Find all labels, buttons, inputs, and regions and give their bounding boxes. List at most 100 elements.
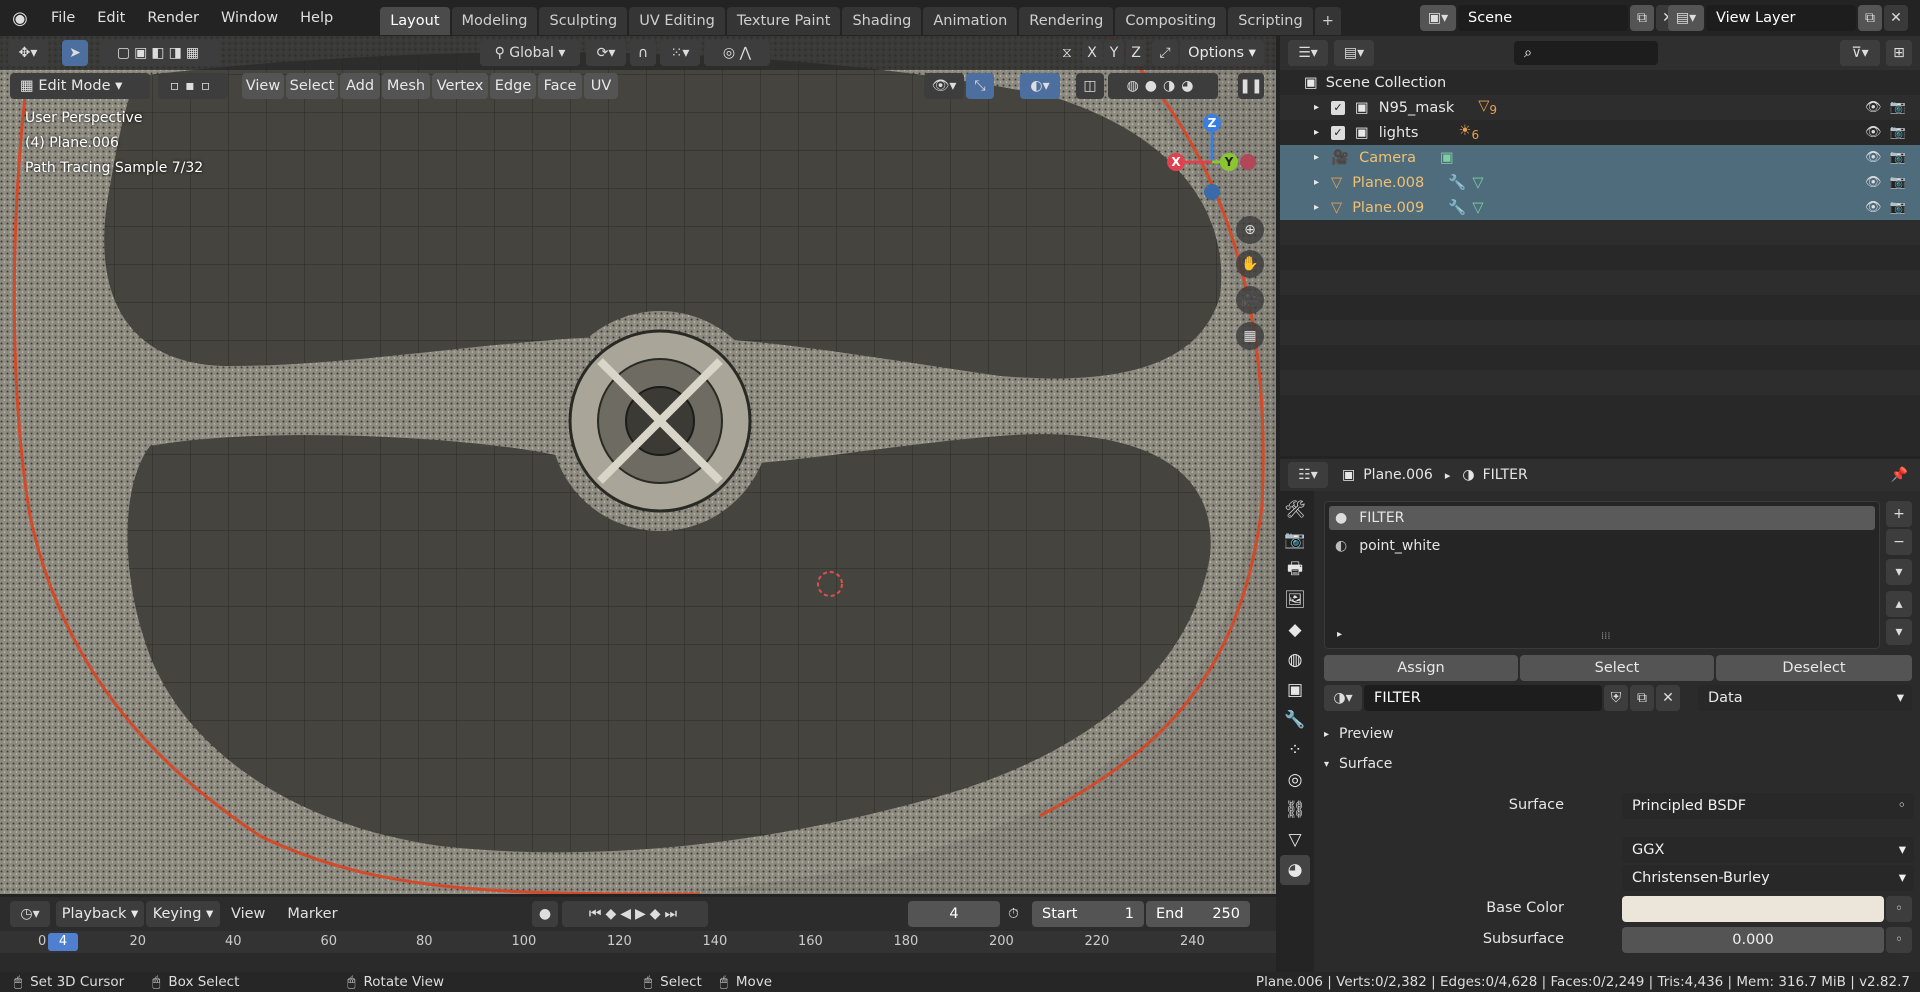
- add-workspace-button[interactable]: +: [1314, 6, 1341, 35]
- outliner-row-plane-008[interactable]: ▸ ▽ Plane.008 🔧 ▽ 👁 📷: [1280, 170, 1920, 195]
- pause-render-icon[interactable]: ❚❚: [1238, 73, 1264, 99]
- material-tab-icon[interactable]: ◕: [1280, 855, 1310, 885]
- current-frame-indicator[interactable]: 4: [48, 933, 78, 951]
- display-mode-icon[interactable]: ▤▾: [1334, 40, 1374, 66]
- start-frame-field[interactable]: Start 1: [1032, 901, 1144, 927]
- snap-icon[interactable]: ∩: [630, 40, 656, 66]
- add-slot-icon[interactable]: +: [1886, 501, 1912, 527]
- material-slot-point-white[interactable]: ◐ point_white: [1329, 534, 1875, 558]
- world-tab-icon[interactable]: ◍: [1280, 645, 1310, 675]
- tab-sculpting[interactable]: Sculpting: [539, 6, 628, 35]
- outliner-editor-type-icon[interactable]: ☰▾: [1288, 40, 1328, 66]
- link-dropdown[interactable]: Data ▾: [1698, 685, 1912, 711]
- menu-edge[interactable]: Edge: [490, 73, 536, 99]
- unlink-material-icon[interactable]: ✕: [1656, 685, 1680, 711]
- mirror-y-toggle[interactable]: Y: [1104, 40, 1124, 66]
- view-layer-close-icon[interactable]: ✕: [1884, 5, 1908, 31]
- zoom-icon[interactable]: ⊕: [1236, 216, 1264, 244]
- view-layer-browse-icon[interactable]: ▤▾: [1668, 5, 1704, 31]
- menu-mesh[interactable]: Mesh: [382, 73, 430, 99]
- current-frame-field[interactable]: 4: [908, 901, 1000, 927]
- menu-face[interactable]: Face: [538, 73, 582, 99]
- menu-edit[interactable]: Edit: [86, 0, 136, 36]
- expand-arrow-icon[interactable]: ▸: [1314, 102, 1319, 113]
- expand-arrow-icon[interactable]: ▸: [1314, 202, 1319, 213]
- move-up-icon[interactable]: ▴: [1886, 591, 1912, 617]
- menu-help[interactable]: Help: [289, 0, 344, 36]
- visibility-camera-icons[interactable]: 👁 📷: [1865, 100, 1906, 115]
- subsurface-value-field[interactable]: 0.000: [1622, 927, 1884, 953]
- tab-uv-editing[interactable]: UV Editing: [629, 6, 725, 35]
- playback-dropdown[interactable]: Playback ▾: [56, 901, 144, 927]
- outliner-row-camera[interactable]: ▸ 🎥 Camera ▣ 👁 📷: [1280, 145, 1920, 170]
- scene-tab-icon[interactable]: ◆: [1280, 615, 1310, 645]
- tab-animation[interactable]: Animation: [923, 6, 1018, 35]
- options-dropdown[interactable]: Options ▾: [1180, 40, 1264, 66]
- output-tab-icon[interactable]: 🖶: [1280, 555, 1310, 585]
- select-button[interactable]: Select: [1520, 655, 1714, 681]
- duplicate-material-icon[interactable]: ⧉: [1630, 685, 1654, 711]
- gizmo-z-axis[interactable]: Z: [1203, 114, 1221, 132]
- xray-toggle-icon[interactable]: ◫: [1076, 73, 1104, 99]
- tab-scripting[interactable]: Scripting: [1228, 6, 1313, 35]
- overlays-toggle-icon[interactable]: ◐▾: [1020, 73, 1060, 99]
- snap-target-icon[interactable]: ⁙▾: [660, 40, 700, 66]
- slot-specials-icon[interactable]: ▾: [1886, 559, 1912, 585]
- timeline-editor-type-icon[interactable]: ◷▾: [10, 901, 50, 927]
- pivot-point-icon[interactable]: ⟳▾: [586, 40, 626, 66]
- mirror-x-toggle[interactable]: X: [1082, 40, 1102, 66]
- outliner-search-input[interactable]: ⌕: [1514, 41, 1658, 65]
- select-mode-icons[interactable]: ▢▣◧◨▦: [100, 40, 220, 66]
- tab-rendering[interactable]: Rendering: [1019, 6, 1114, 35]
- menu-uv[interactable]: UV: [584, 73, 618, 99]
- playback-controls[interactable]: ⏮◆◀▶◆⏭: [562, 901, 708, 927]
- transform-orientation-dropdown[interactable]: ⚲ Global ▾: [480, 40, 580, 66]
- outliner-row-lights[interactable]: ▸ ✓ ▣ lights ☀6 👁 📷: [1280, 120, 1920, 145]
- visibility-camera-icons[interactable]: 👁 📷: [1865, 150, 1906, 165]
- outliner-row-plane-009[interactable]: ▸ ▽ Plane.009 🔧 ▽ 👁 📷: [1280, 195, 1920, 220]
- tool-tab-icon[interactable]: 🛠: [1280, 495, 1310, 525]
- view-layer-copy-icon[interactable]: ⧉: [1858, 5, 1882, 31]
- end-frame-field[interactable]: End 250: [1146, 901, 1250, 927]
- expand-arrow-icon[interactable]: ▸: [1314, 177, 1319, 188]
- exclude-checkbox[interactable]: ✓: [1331, 100, 1346, 115]
- menu-file[interactable]: File: [40, 0, 86, 36]
- mode-dropdown[interactable]: ▦ Edit Mode ▾: [10, 73, 150, 99]
- scene-collection-row[interactable]: ▣ Scene Collection: [1280, 70, 1920, 95]
- menu-vertex[interactable]: Vertex: [432, 73, 488, 99]
- tab-shading[interactable]: Shading: [842, 6, 922, 35]
- menu-window[interactable]: Window: [210, 0, 289, 36]
- surface-shader-field[interactable]: Principled BSDF ◦: [1622, 793, 1914, 819]
- preview-panel-header[interactable]: ▸ Preview: [1324, 721, 1914, 747]
- material-slot-filter[interactable]: ● FILTER: [1329, 506, 1875, 530]
- auto-merge-icon[interactable]: ⤢: [1152, 40, 1178, 66]
- tab-compositing[interactable]: Compositing: [1115, 6, 1227, 35]
- deselect-button[interactable]: Deselect: [1716, 655, 1912, 681]
- new-collection-icon[interactable]: ⊞: [1886, 40, 1912, 66]
- assign-button[interactable]: Assign: [1324, 655, 1518, 681]
- view-layer-name-field[interactable]: View Layer: [1706, 5, 1856, 31]
- particles-tab-icon[interactable]: ⁘: [1280, 735, 1310, 765]
- menu-add[interactable]: Add: [340, 73, 380, 99]
- properties-editor-type-icon[interactable]: ☷▾: [1288, 462, 1328, 488]
- data-tab-icon[interactable]: ▽: [1280, 825, 1310, 855]
- scene-copy-icon[interactable]: ⧉: [1630, 5, 1654, 31]
- node-socket-icon[interactable]: ◦: [1886, 896, 1912, 922]
- remove-slot-icon[interactable]: −: [1886, 529, 1912, 555]
- expand-arrow-icon[interactable]: ▸: [1314, 127, 1319, 138]
- modifier-tab-icon[interactable]: 🔧: [1280, 705, 1310, 735]
- select-tool-icon[interactable]: ➤: [62, 40, 88, 66]
- keyframe-area[interactable]: [0, 953, 1276, 972]
- resize-handle-icon[interactable]: ⁞⁞⁞: [1601, 631, 1611, 642]
- tab-modeling[interactable]: Modeling: [451, 6, 538, 35]
- material-name-field[interactable]: FILTER: [1364, 685, 1602, 711]
- expand-arrow-icon[interactable]: ▸: [1314, 152, 1319, 163]
- gizmo-x-axis[interactable]: X: [1167, 153, 1185, 171]
- base-color-swatch[interactable]: [1622, 896, 1884, 922]
- keying-dropdown[interactable]: Keying ▾: [146, 901, 220, 927]
- timeline-menu-marker[interactable]: Marker: [276, 896, 348, 932]
- surface-panel-header[interactable]: ▾ Surface: [1324, 751, 1914, 777]
- selection-mode-icons[interactable]: ▫▪▫: [158, 73, 228, 99]
- visibility-camera-icons[interactable]: 👁 📷: [1865, 200, 1906, 215]
- tab-layout[interactable]: Layout: [380, 6, 450, 35]
